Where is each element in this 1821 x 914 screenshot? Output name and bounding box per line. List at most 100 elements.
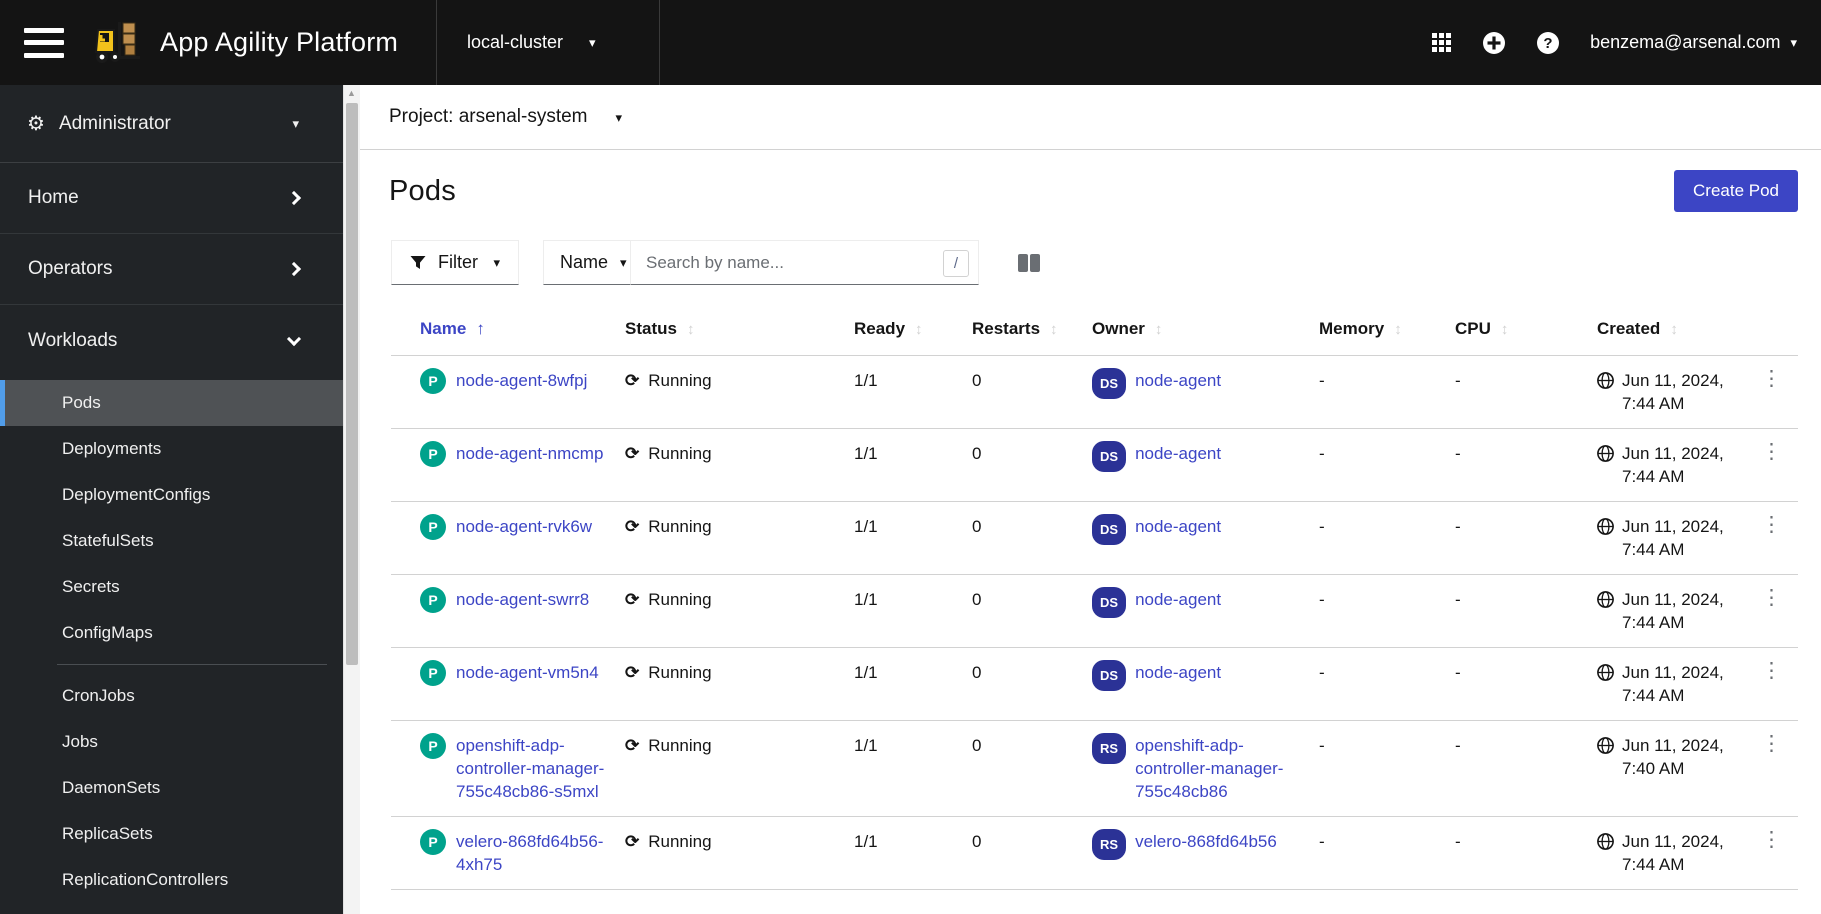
globe-icon: [1597, 445, 1614, 462]
sidebar-item-jobs[interactable]: Jobs: [0, 719, 343, 765]
chevron-down-icon: ▾: [292, 116, 299, 131]
masthead: App Agility Platform local-cluster ▾ ? b…: [0, 0, 1821, 85]
owner-kind-badge: RS: [1092, 829, 1127, 860]
sidebar-item-replicationcontrollers[interactable]: ReplicationControllers: [0, 857, 343, 903]
manage-columns-icon[interactable]: [1017, 252, 1041, 274]
column-header-restarts[interactable]: Restarts ↕: [972, 319, 1092, 339]
running-sync-icon: ⟳: [625, 832, 640, 851]
column-header-name[interactable]: Name ↑: [420, 319, 625, 339]
sidebar-scrollbar[interactable]: ▲: [343, 85, 360, 914]
status-text: Running: [648, 517, 712, 536]
kebab-menu-icon[interactable]: ⋮: [1755, 441, 1789, 462]
brand: App Agility Platform: [92, 19, 398, 67]
sidebar-item-deployments[interactable]: Deployments: [0, 426, 343, 472]
owner-link[interactable]: node-agent: [1135, 661, 1221, 684]
workloads-subnav: Pods Deployments DeploymentConfigs State…: [0, 376, 343, 909]
scrollbar-up-arrow-icon[interactable]: ▲: [347, 88, 356, 98]
column-header-cpu[interactable]: CPU ↕: [1455, 319, 1597, 339]
owner-kind-badge: DS: [1092, 441, 1127, 472]
table-row: P node-agent-swrr8 ⟳ Running 1/1 0 DS no…: [391, 575, 1798, 648]
created-time: 7:44 AM: [1622, 540, 1685, 559]
kebab-menu-icon[interactable]: ⋮: [1755, 660, 1789, 681]
sidebar-item-statefulsets[interactable]: StatefulSets: [0, 518, 343, 564]
pod-link[interactable]: node-agent-nmcmp: [456, 442, 603, 465]
column-header-memory[interactable]: Memory ↕: [1319, 319, 1455, 339]
cell-owner: DS node-agent: [1092, 660, 1319, 691]
cluster-selector[interactable]: local-cluster ▾: [436, 0, 660, 85]
pod-link[interactable]: node-agent-vm5n4: [456, 661, 599, 684]
created-time: 7:40 AM: [1622, 759, 1685, 778]
sidebar-item-secrets[interactable]: Secrets: [0, 564, 343, 610]
cell-status: ⟳ Running: [625, 588, 854, 611]
sidebar-item-workloads[interactable]: Workloads: [0, 305, 343, 376]
sidebar-item-pods[interactable]: Pods: [0, 380, 343, 426]
owner-link[interactable]: node-agent: [1135, 369, 1221, 392]
pod-link[interactable]: node-agent-rvk6w: [456, 515, 592, 538]
create-pod-button[interactable]: Create Pod: [1674, 170, 1798, 212]
cell-cpu: -: [1455, 590, 1461, 609]
table-body: P node-agent-8wfpj ⟳ Running 1/1 0 DS no…: [391, 356, 1798, 890]
perspective-label: Administrator: [58, 112, 171, 134]
running-sync-icon: ⟳: [625, 590, 640, 609]
sort-icon: ↕: [686, 320, 695, 338]
sidebar-item-cronjobs[interactable]: CronJobs: [0, 673, 343, 719]
add-plus-circle-icon[interactable]: [1482, 31, 1506, 55]
sidebar-item-deploymentconfigs[interactable]: DeploymentConfigs: [0, 472, 343, 518]
pod-link[interactable]: node-agent-swrr8: [456, 588, 589, 611]
project-selector[interactable]: Project: arsenal-system ▾: [360, 85, 1821, 150]
column-header-status[interactable]: Status ↕: [625, 319, 854, 339]
pod-badge: P: [420, 441, 446, 467]
search-input[interactable]: [631, 241, 978, 284]
column-header-created[interactable]: Created ↕: [1597, 319, 1755, 339]
created-time: 7:44 AM: [1622, 855, 1685, 874]
cell-created: Jun 11, 2024, 7:40 AM: [1597, 734, 1755, 780]
cell-status: ⟳ Running: [625, 830, 854, 853]
kebab-menu-icon[interactable]: ⋮: [1755, 587, 1789, 608]
kebab-menu-icon[interactable]: ⋮: [1755, 829, 1789, 850]
user-menu[interactable]: benzema@arsenal.com ▾: [1590, 32, 1797, 53]
pod-link[interactable]: velero-868fd64b56-4xh75: [456, 830, 613, 876]
scrollbar-thumb[interactable]: [346, 103, 358, 665]
filter-label: Filter: [438, 252, 478, 272]
sidebar-item-configmaps[interactable]: ConfigMaps: [0, 610, 343, 656]
chevron-down-icon: [286, 331, 302, 346]
cell-restarts: 0: [972, 736, 982, 755]
kebab-menu-icon[interactable]: ⋮: [1755, 514, 1789, 535]
pod-link[interactable]: openshift-adp-controller-manager-755c48c…: [456, 734, 613, 803]
kebab-menu-icon[interactable]: ⋮: [1755, 368, 1789, 389]
owner-link[interactable]: velero-868fd64b56: [1135, 830, 1277, 853]
filter-dropdown[interactable]: Filter ▾: [391, 240, 519, 285]
sidebar-item-operators[interactable]: Operators: [0, 234, 343, 305]
cell-owner: RS openshift-adp-controller-manager-755c…: [1092, 733, 1319, 803]
forklift-logo-icon: [94, 21, 140, 63]
sidebar-item-home[interactable]: Home: [0, 163, 343, 234]
cell-created: Jun 11, 2024, 7:44 AM: [1597, 442, 1755, 488]
cell-cpu: -: [1455, 736, 1461, 755]
cell-restarts: 0: [972, 590, 982, 609]
table-row: P node-agent-rvk6w ⟳ Running 1/1 0 DS no…: [391, 502, 1798, 575]
cell-ready: 1/1: [854, 517, 878, 536]
cell-owner: DS node-agent: [1092, 587, 1319, 618]
help-question-circle-icon[interactable]: ?: [1536, 31, 1560, 55]
app-launcher-grid-icon[interactable]: [1432, 32, 1452, 53]
gears-icon: ⚙: [27, 113, 45, 135]
owner-link[interactable]: openshift-adp-controller-manager-755c48c…: [1135, 734, 1307, 803]
owner-kind-badge: DS: [1092, 587, 1127, 618]
hamburger-menu-icon[interactable]: [24, 27, 64, 58]
cell-name: P node-agent-swrr8: [420, 587, 625, 613]
column-header-ready[interactable]: Ready ↕: [854, 319, 972, 339]
owner-link[interactable]: node-agent: [1135, 588, 1221, 611]
kebab-menu-icon[interactable]: ⋮: [1755, 733, 1789, 754]
sidebar-item-replicasets[interactable]: ReplicaSets: [0, 811, 343, 857]
owner-link[interactable]: node-agent: [1135, 442, 1221, 465]
column-header-owner[interactable]: Owner ↕: [1092, 319, 1319, 339]
sidebar-item-daemonsets[interactable]: DaemonSets: [0, 765, 343, 811]
pod-link[interactable]: node-agent-8wfpj: [456, 369, 587, 392]
table-row: P node-agent-vm5n4 ⟳ Running 1/1 0 DS no…: [391, 648, 1798, 721]
sort-icon: ↕: [1394, 320, 1402, 338]
search-attribute-dropdown[interactable]: Name ▾: [543, 240, 631, 285]
chevron-down-icon: ▾: [493, 255, 500, 270]
created-date: Jun 11, 2024,: [1622, 832, 1724, 851]
owner-link[interactable]: node-agent: [1135, 515, 1221, 538]
perspective-switcher[interactable]: ⚙ Administrator ▾: [0, 85, 343, 163]
